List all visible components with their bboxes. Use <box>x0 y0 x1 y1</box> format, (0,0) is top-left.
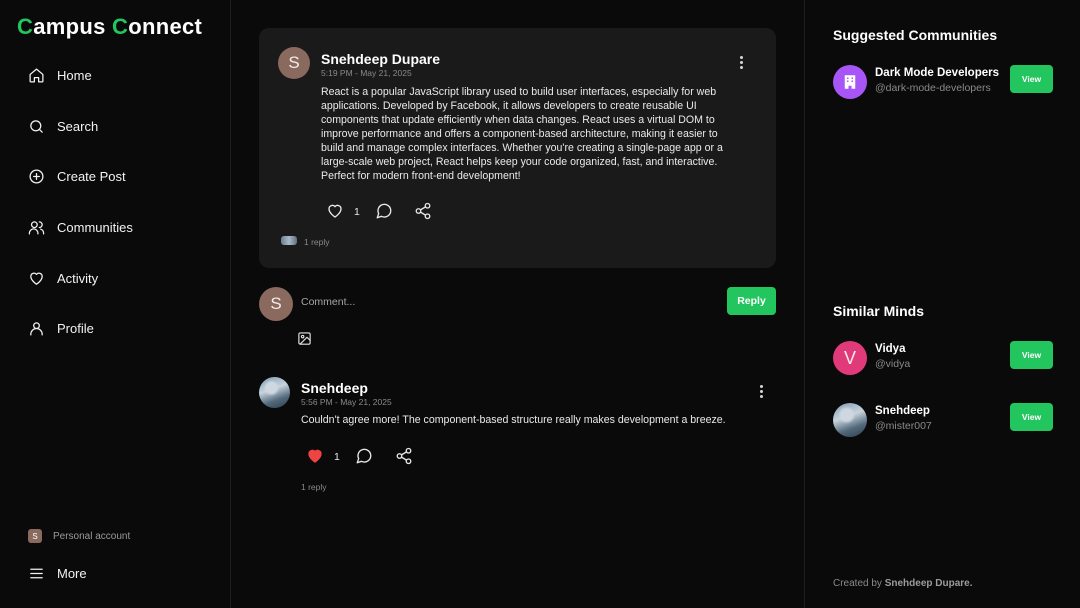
menu-icon <box>30 568 43 579</box>
suggested-communities-title: Suggested Communities <box>833 27 998 43</box>
app-logo[interactable]: Campus Connect <box>17 14 202 40</box>
nav-label-create-post: Create Post <box>57 169 126 184</box>
post-replies-link[interactable]: 1 reply <box>304 237 330 247</box>
similar-user-item: V Vidya @vidya View <box>833 341 1053 375</box>
nav-item-activity[interactable]: Activity <box>28 270 98 287</box>
account-label: Personal account <box>53 530 131 542</box>
logo-text-1: ampus <box>33 14 113 39</box>
similar-user-item: Snehdeep @mister007 View <box>833 403 1053 437</box>
comment-replies-link[interactable]: 1 reply <box>301 482 327 492</box>
post-like-count: 1 <box>354 206 360 218</box>
community-handle: @dark-mode-developers <box>875 82 991 94</box>
comment-author-name[interactable]: Snehdeep <box>301 380 368 396</box>
user-avatar[interactable] <box>833 403 867 437</box>
nav-item-more[interactable]: More <box>28 565 87 582</box>
comment-icon <box>376 203 392 219</box>
post-card: S Snehdeep Dupare 5:19 PM - May 21, 2025… <box>259 28 776 268</box>
account-avatar: S <box>28 529 42 543</box>
logo-letter-c2: C <box>112 14 129 39</box>
post-share-button[interactable] <box>414 202 432 220</box>
user-avatar[interactable]: V <box>833 341 867 375</box>
comment-body: Couldn't agree more! The component-based… <box>301 414 726 426</box>
nav-item-communities[interactable]: Communities <box>28 219 133 236</box>
comment-more-options[interactable] <box>754 383 768 399</box>
comment-comment-button[interactable] <box>355 447 373 465</box>
post-author-avatar[interactable]: S <box>278 47 310 79</box>
comment-input[interactable] <box>301 295 661 309</box>
account-switcher[interactable]: S Personal account <box>28 529 130 543</box>
nav-label-communities: Communities <box>57 220 133 235</box>
home-icon <box>29 68 44 83</box>
composer-avatar: S <box>259 287 293 321</box>
footer-credit: Created by Snehdeep Dupare. <box>833 578 973 589</box>
right-sidebar: Suggested Communities Dark Mode Develope… <box>804 0 1080 608</box>
nav-label-more: More <box>57 566 87 581</box>
left-sidebar: Campus Connect Home Search Create Post C… <box>0 0 231 608</box>
nav-label-profile: Profile <box>57 321 94 336</box>
user-handle: @vidya <box>875 358 911 370</box>
heart-icon <box>328 204 342 218</box>
main-feed: S Snehdeep Dupare 5:19 PM - May 21, 2025… <box>231 0 804 608</box>
nav-label-home: Home <box>57 68 92 83</box>
comment-share-button[interactable] <box>395 447 413 465</box>
user-icon <box>30 322 43 336</box>
comment-icon <box>356 448 372 464</box>
nav-item-search[interactable]: Search <box>28 118 98 135</box>
user-handle: @mister007 <box>875 420 932 432</box>
post-comment-button[interactable] <box>375 202 393 220</box>
post-timestamp: 5:19 PM - May 21, 2025 <box>321 68 412 78</box>
comment-timestamp: 5:56 PM - May 21, 2025 <box>301 397 392 407</box>
logo-text-2: onnect <box>128 14 203 39</box>
post-author-name[interactable]: Snehdeep Dupare <box>321 51 440 67</box>
share-icon <box>415 202 431 220</box>
post-like-button[interactable] <box>326 202 344 220</box>
reply-button[interactable]: Reply <box>727 287 776 315</box>
user-name[interactable]: Snehdeep <box>875 405 930 417</box>
image-icon <box>298 332 311 345</box>
logo-letter-c1: C <box>17 14 34 39</box>
attach-image-button[interactable] <box>297 331 312 351</box>
community-avatar[interactable] <box>833 65 867 99</box>
share-icon <box>396 447 412 465</box>
comment-like-button[interactable] <box>306 447 324 465</box>
view-user-button[interactable]: View <box>1010 341 1053 369</box>
user-name[interactable]: Vidya <box>875 343 905 355</box>
replier-avatar <box>281 236 297 245</box>
users-icon <box>28 221 45 235</box>
post-body: React is a popular JavaScript library us… <box>321 86 723 182</box>
community-name[interactable]: Dark Mode Developers <box>875 67 999 79</box>
footer-author: Snehdeep Dupare. <box>884 578 973 589</box>
view-community-button[interactable]: View <box>1010 65 1053 93</box>
footer-prefix: Created by <box>833 578 882 589</box>
nav-label-search: Search <box>57 119 99 134</box>
nav-label-activity: Activity <box>57 271 99 286</box>
plus-circle-icon <box>29 169 44 184</box>
view-user-button[interactable]: View <box>1010 403 1053 431</box>
similar-minds-title: Similar Minds <box>833 303 925 319</box>
nav-item-home[interactable]: Home <box>28 67 92 84</box>
search-icon <box>30 120 43 133</box>
post-more-options[interactable] <box>734 54 748 70</box>
comment-author-avatar[interactable] <box>259 377 290 408</box>
nav-item-profile[interactable]: Profile <box>28 320 94 337</box>
nav-item-create-post[interactable]: Create Post <box>28 168 126 185</box>
heart-icon <box>30 272 43 285</box>
comment-like-count: 1 <box>334 451 340 463</box>
community-item: Dark Mode Developers @dark-mode-develope… <box>833 65 1053 99</box>
building-icon <box>844 75 856 89</box>
heart-filled-icon <box>308 449 322 463</box>
